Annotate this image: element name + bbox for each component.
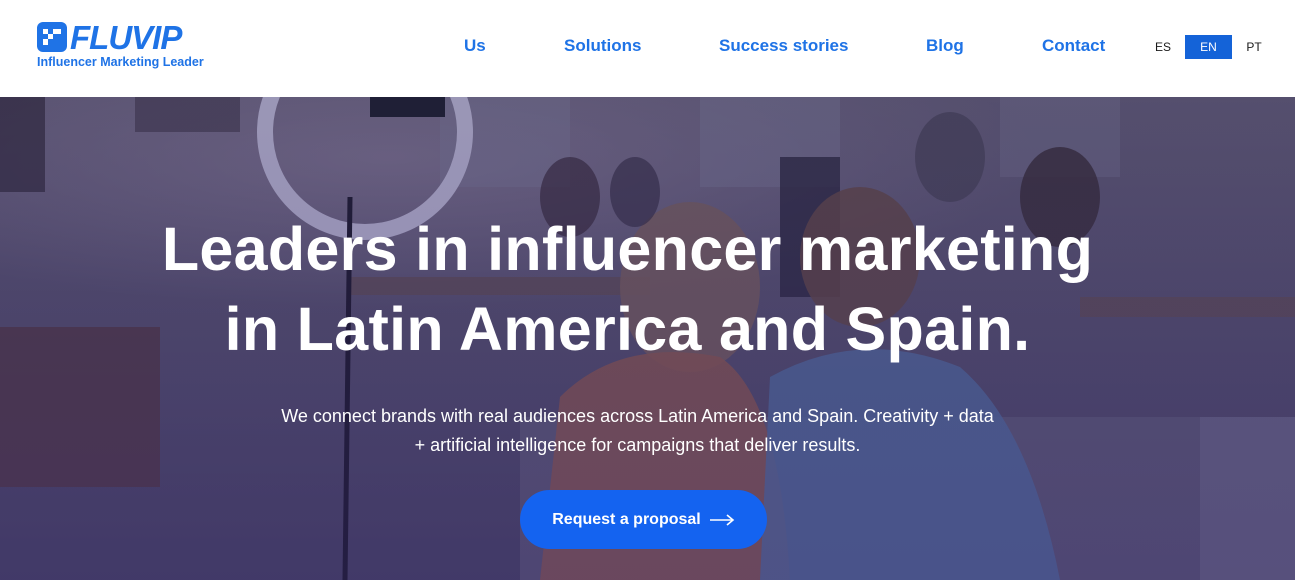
language-en[interactable]: EN bbox=[1185, 35, 1232, 59]
hero-title-line-1: Leaders in influencer marketing bbox=[161, 215, 1094, 283]
language-es[interactable]: ES bbox=[1145, 35, 1181, 59]
hero-subtitle-line-1: We connect brands with real audiences ac… bbox=[281, 406, 994, 426]
request-proposal-label: Request a proposal bbox=[552, 510, 701, 528]
arrow-right-icon bbox=[709, 513, 734, 526]
nav-item-us[interactable]: Us bbox=[464, 36, 486, 56]
hero-title-line-2: in Latin America and Spain. bbox=[224, 295, 1031, 363]
hero-subtitle-line-2: + artificial intelligence for campaigns … bbox=[414, 435, 861, 455]
hero-title: Leaders in influencer marketing in Latin… bbox=[0, 209, 1255, 369]
brand-name: FLUVIP bbox=[70, 19, 182, 56]
fluvip-logo[interactable]: FLUVIP Influencer Marketing Leader bbox=[37, 19, 212, 72]
brand-tagline: Influencer Marketing Leader bbox=[37, 55, 204, 69]
nav-item-success-stories[interactable]: Success stories bbox=[719, 36, 848, 56]
nav-item-contact[interactable]: Contact bbox=[1042, 36, 1105, 56]
nav-item-blog[interactable]: Blog bbox=[926, 36, 964, 56]
request-proposal-button[interactable]: Request a proposal bbox=[520, 490, 767, 549]
language-pt[interactable]: PT bbox=[1236, 35, 1272, 59]
fluvip-logo-mark-icon bbox=[37, 22, 67, 52]
site-header: FLUVIP Influencer Marketing Leader Us So… bbox=[0, 0, 1295, 97]
nav-item-solutions[interactable]: Solutions bbox=[564, 36, 641, 56]
hero-subtitle: We connect brands with real audiences ac… bbox=[230, 402, 1045, 460]
hero-section: Leaders in influencer marketing in Latin… bbox=[0, 97, 1295, 580]
